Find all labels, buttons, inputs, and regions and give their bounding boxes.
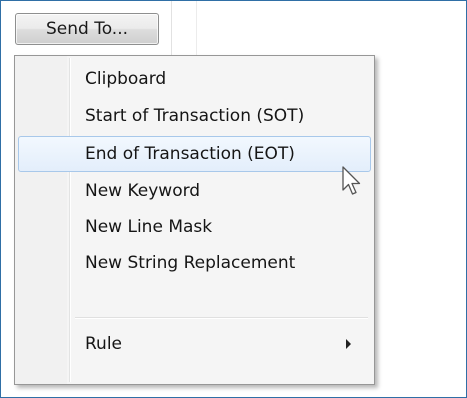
menu-item-rule[interactable]: Rule (18, 326, 371, 362)
menu-item-label: New Keyword (85, 181, 201, 201)
send-to-context-menu: Clipboard Start of Transaction (SOT) End… (14, 55, 375, 385)
menu-item-label: New Line Mask (85, 217, 213, 237)
menu-item-new-string-replacement[interactable]: New String Replacement (18, 245, 371, 281)
menu-item-label: Start of Transaction (SOT) (85, 106, 305, 126)
menu-item-label: New String Replacement (85, 253, 296, 273)
menu-item-label: Clipboard (85, 69, 167, 89)
menu-item-start-of-transaction[interactable]: Start of Transaction (SOT) (18, 98, 371, 134)
chevron-right-icon (346, 339, 351, 349)
menu-item-end-of-transaction[interactable]: End of Transaction (EOT) (18, 136, 371, 172)
menu-item-new-line-mask[interactable]: New Line Mask (18, 209, 371, 245)
menu-item-label: End of Transaction (EOT) (85, 144, 295, 164)
mouse-pointer-icon (342, 166, 361, 195)
send-to-button[interactable]: Send To... (15, 13, 159, 45)
menu-item-new-keyword[interactable]: New Keyword (18, 173, 371, 209)
menu-item-label: Rule (85, 334, 123, 354)
background-panel-lines (171, 1, 466, 61)
send-to-button-label: Send To... (45, 18, 129, 39)
screenshot-frame: Send To... Clipboard Start of Transactio… (0, 0, 467, 398)
menu-item-clipboard[interactable]: Clipboard (18, 61, 371, 97)
menu-separator (75, 317, 368, 319)
